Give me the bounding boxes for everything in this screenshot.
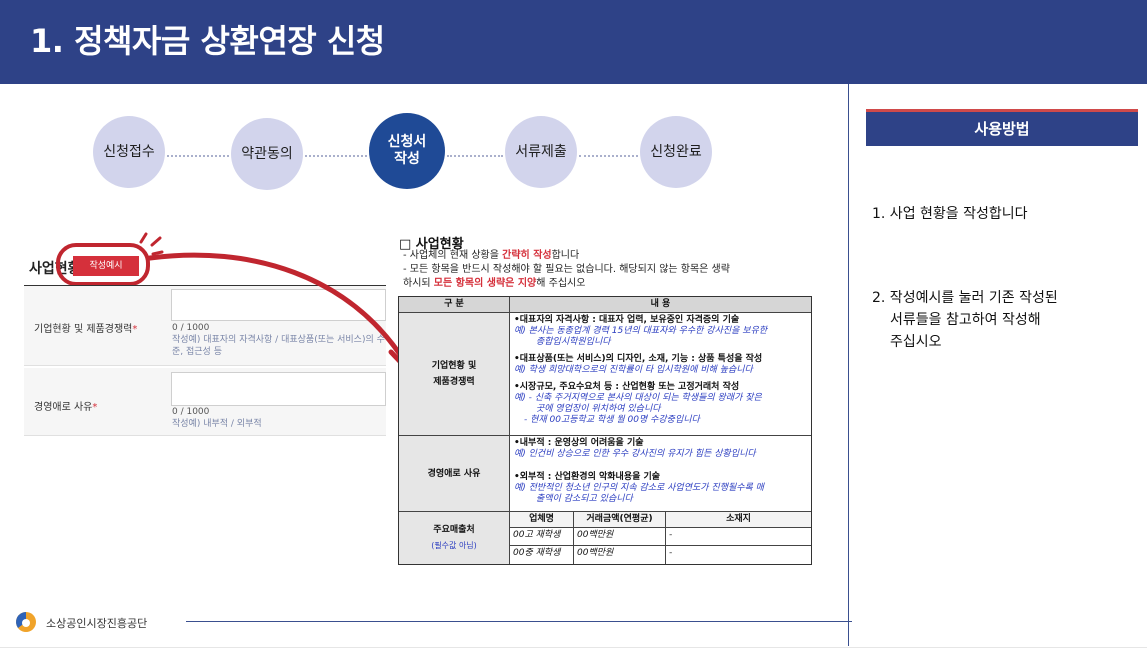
sales-cell: 00백만원 xyxy=(574,528,666,546)
sales-label: 주요매출처 xyxy=(433,525,475,535)
row-content: •대표자의 자격사항 : 대표자 업력, 보유중인 자격증의 기술 예) 본사는… xyxy=(510,313,811,436)
panel-divider xyxy=(848,84,849,646)
doc-table: 구 분 내 용 기업현황 및 제품경쟁력 •대표자의 자격사항 : 대표자 업력… xyxy=(398,296,812,565)
row-label: 주요매출처 (필수값 아님) xyxy=(399,512,510,564)
content-heading: •내부적 : 운영상의 어려움을 기술 xyxy=(514,438,644,448)
bottom-border xyxy=(0,647,1147,648)
sales-cell: - xyxy=(666,528,811,546)
doc-note: - 모든 항목을 반드시 작성해야 할 필요는 없습니다. 해당되지 않는 항목… xyxy=(403,263,730,276)
content-example: 예) - 신축 주거지역으로 본사의 대상이 되는 학생들의 왕래가 잦은 xyxy=(514,393,762,403)
content-example: 예) 학생 희망대학으로의 진학률이 타 입시학원에 비해 높습니다 xyxy=(514,365,753,375)
content-example: 예) 본사는 동종업계 경력 15년의 대표자와 우수한 강사진을 보유한 xyxy=(514,326,768,336)
instruction-text: 2. 작성예시를 눌러 기존 작성된 xyxy=(872,290,1058,306)
content-example: 곳에 영업장이 위치하여 있습니다 xyxy=(536,404,661,414)
instruction-text: 1. 사업 현황을 작성합니다 xyxy=(872,206,1028,222)
content-example: 종합입시학원입니다 xyxy=(536,337,611,347)
table-header: 내 용 xyxy=(510,297,811,313)
note-text: - 모든 항목을 반드시 작성해야 할 필요는 없습니다. 해당되지 않는 항목… xyxy=(403,264,730,275)
row-label: 기업현황 및 제품경쟁력 xyxy=(399,313,510,436)
footer-divider xyxy=(186,621,852,622)
row-content: •내부적 : 운영상의 어려움을 기술 예) 인건비 상승으로 인한 우수 강사… xyxy=(510,436,811,512)
sales-header: 업체명 xyxy=(510,512,574,528)
content-example: 예) 인건비 상승으로 인한 우수 강사진의 유지가 힘든 상황입니다 xyxy=(514,449,756,459)
note-text: 합니다 xyxy=(551,250,580,261)
doc-note: 하시되 모든 항목의 생략은 지양해 주십시오 xyxy=(403,277,585,290)
note-text: - 사업체의 현재 상황을 xyxy=(403,250,503,261)
row-label: 경영애로 사유 xyxy=(399,436,510,512)
content-example: - 현재 00고등학교 학생 월 00명 수강중입니다 xyxy=(524,415,700,425)
instruction-text: 주십시오 xyxy=(890,334,942,350)
sales-header: 소재지 xyxy=(666,512,811,528)
org-name: 소상공인시장진흥공단 xyxy=(46,617,148,630)
note-text: 해 주십시오 xyxy=(536,278,586,289)
doc-note: - 사업체의 현재 상황을 간략히 작성합니다 xyxy=(403,249,579,262)
note-emphasis: 모든 항목의 생략은 지양 xyxy=(433,278,537,289)
sales-cell: 00고 재학생 xyxy=(510,528,574,546)
content-heading: •시장규모, 주요수요처 등 : 산업현황 또는 고정거래처 작성 xyxy=(514,382,740,392)
content-example: 예) 전반적인 청소년 인구의 지속 감소로 사업연도가 진행될수록 매 xyxy=(514,483,764,493)
content-heading: •대표상품(또는 서비스)의 디자인, 소재, 기능 : 상품 특성을 작성 xyxy=(514,354,763,364)
sales-sublabel: (필수값 아님) xyxy=(431,541,477,550)
content-example: 출액이 감소되고 있습니다 xyxy=(536,494,633,504)
instruction-text: 서류들을 참고하여 작성해 xyxy=(890,312,1041,328)
content-heading: •외부적 : 산업환경의 악화내용을 기술 xyxy=(514,472,661,482)
note-emphasis: 간략히 작성 xyxy=(502,250,552,261)
sales-cell: 00백만원 xyxy=(574,546,666,564)
table-header: 구 분 xyxy=(399,297,510,313)
panel-title: 사용방법 xyxy=(866,112,1138,146)
sales-cell: 00중 재학생 xyxy=(510,546,574,564)
content-heading: •대표자의 자격사항 : 대표자 업력, 보유중인 자격증의 기술 xyxy=(514,315,740,325)
sales-cell: - xyxy=(669,548,673,558)
org-logo-icon xyxy=(15,612,36,632)
sales-header: 거래금액(연평균) xyxy=(574,512,666,528)
note-text: 하시되 xyxy=(403,278,434,289)
